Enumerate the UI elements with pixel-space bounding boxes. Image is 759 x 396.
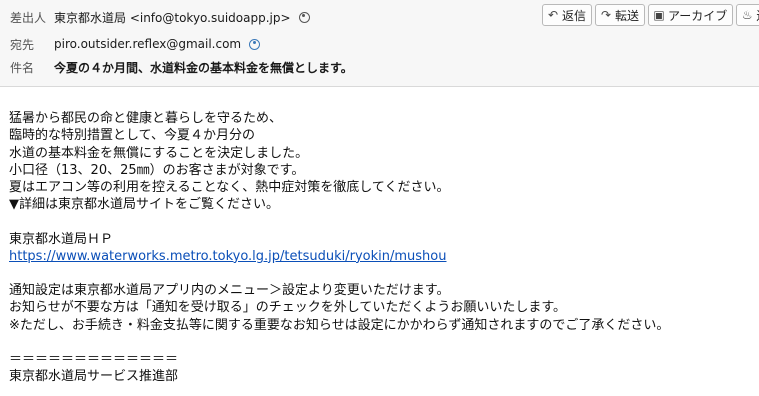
separator-line: ＝＝＝＝＝＝＝＝＝＝＝＝＝ bbox=[9, 352, 179, 368]
body-line: お知らせが不要な方は「通知を受け取る」のチェックを外していただくようお願いいたし… bbox=[9, 300, 567, 316]
to-label: 宛先 bbox=[10, 37, 35, 52]
from-label: 差出人 bbox=[10, 10, 47, 25]
body-line: 通知設定は東京都水道局アプリ内のメニュー＞設定より変更いただけます。 bbox=[9, 283, 450, 299]
from-row: 差出人 東京都水道局 <info@tokyo.suidoapp.jp> bbox=[0, 6, 540, 28]
to-value[interactable]: piro.outsider.reflex@gmail.com bbox=[54, 37, 241, 51]
reply-arrow-icon: ↶ bbox=[547, 8, 559, 22]
message-toolbar: ↶ 返信 ↷ 転送 ▣ アーカイブ ♨ 迷 bbox=[542, 4, 759, 26]
website-link[interactable]: https://www.waterworks.metro.tokyo.lg.jp… bbox=[9, 249, 447, 264]
body-line: 夏はエアコン等の利用を控えることなく、熱中症対策を徹底してください。 bbox=[9, 180, 450, 196]
message-body: 猛暑から都民の命と健康と暮らしを守るため、 臨時的な特別措置として、今夏４か月分… bbox=[9, 93, 669, 385]
contact-icon[interactable] bbox=[298, 11, 310, 23]
message-header: 差出人 東京都水道局 <info@tokyo.suidoapp.jp> 宛先 p… bbox=[0, 0, 759, 87]
body-line: 猛暑から都民の命と健康と暮らしを守るため、 bbox=[9, 111, 283, 127]
archive-box-icon: ▣ bbox=[653, 8, 665, 22]
reply-button[interactable]: ↶ 返信 bbox=[542, 4, 593, 26]
archive-button[interactable]: ▣ アーカイブ bbox=[648, 4, 734, 26]
forward-arrow-icon: ↷ bbox=[600, 8, 612, 22]
body-line: 小口径（13、20、25㎜）のお客さまが対象です。 bbox=[9, 162, 305, 178]
subject-value: 今夏の４か月間、水道料金の基本料金を無償とします。 bbox=[54, 60, 353, 75]
body-line: 東京都水道局ＨＰ bbox=[9, 231, 114, 247]
to-row: 宛先 piro.outsider.reflex@gmail.com bbox=[0, 33, 540, 55]
signature: 東京都水道局サービス推進部 bbox=[9, 369, 179, 385]
body-line: 臨時的な特別措置として、今夏４か月分の bbox=[9, 128, 255, 144]
subject-label: 件名 bbox=[10, 60, 35, 75]
body-line: ※ただし、お手続き・料金支払等に関する重要なお知らせは設定にかかわらず通知されま… bbox=[9, 317, 670, 333]
junk-button[interactable]: ♨ 迷 bbox=[736, 4, 759, 26]
forward-button[interactable]: ↷ 転送 bbox=[595, 4, 646, 26]
subject-row: 件名 今夏の４か月間、水道料金の基本料金を無償とします。 bbox=[0, 56, 700, 78]
contact-icon[interactable] bbox=[249, 38, 261, 50]
body-line: 水道の基本料金を無償にすることを決定しました。 bbox=[9, 145, 309, 161]
from-value[interactable]: 東京都水道局 <info@tokyo.suidoapp.jp> bbox=[54, 9, 291, 26]
flame-icon: ♨ bbox=[741, 8, 753, 22]
body-line: ▼詳細は東京都水道局サイトをご覧ください。 bbox=[9, 197, 279, 213]
